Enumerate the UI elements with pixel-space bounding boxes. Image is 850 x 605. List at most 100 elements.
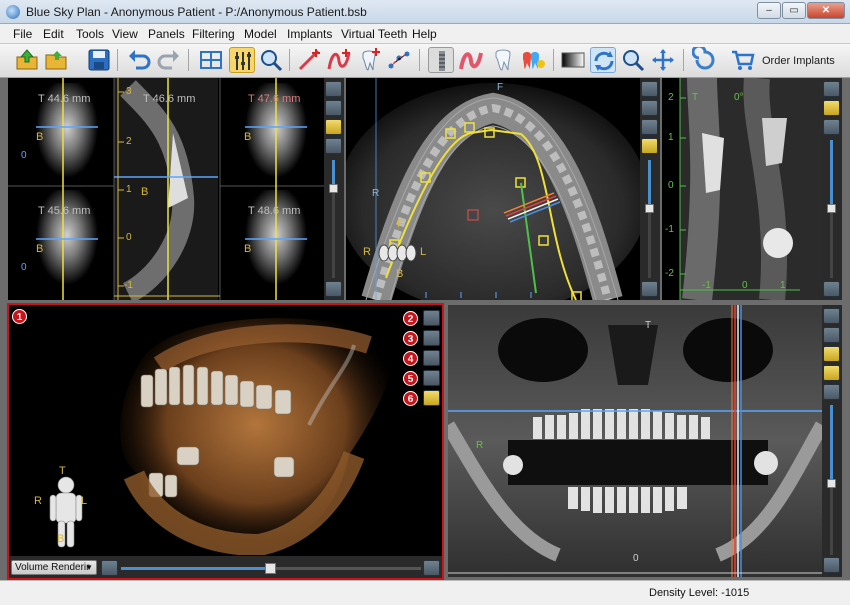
cross-section-panel[interactable]: T 44.6 mm T 46.6 mm T 47.6 mm T 45.6 mm … xyxy=(8,78,324,300)
figure-orientation-t: T xyxy=(59,465,66,477)
sagittal-ruler-2: 2 xyxy=(668,92,674,103)
cross-section-slider-knob[interactable] xyxy=(329,184,338,193)
axial-layout-button[interactable] xyxy=(641,100,658,116)
axial-label-f: F xyxy=(397,218,404,230)
menu-edit[interactable]: Edit xyxy=(43,27,64,41)
app-logo-icon xyxy=(6,5,20,19)
panoramic-option-button[interactable] xyxy=(823,384,840,400)
render-mode-value: Volume Renderir xyxy=(15,562,90,573)
marker-b-5: B xyxy=(244,243,252,255)
panoramic-label-r: R xyxy=(476,440,484,451)
volume-slider-right-button[interactable] xyxy=(423,560,440,576)
cross-section-reset-button[interactable] xyxy=(325,281,342,297)
swirl-icon[interactable] xyxy=(691,44,718,73)
menu-file[interactable]: File xyxy=(13,27,32,41)
measure-icon[interactable] xyxy=(386,47,412,73)
panoramic-layout-button[interactable] xyxy=(823,327,840,343)
slice-label-4: T 45.6 mm xyxy=(38,205,91,217)
window-title: Blue Sky Plan - Anonymous Patient - P:/A… xyxy=(26,5,367,19)
zoom-in-icon[interactable] xyxy=(620,47,646,73)
open-icon[interactable] xyxy=(14,47,40,73)
draw-curve-icon[interactable] xyxy=(326,47,352,73)
cross-section-view-button[interactable] xyxy=(325,81,342,97)
panoramic-view-button[interactable] xyxy=(823,308,840,324)
cross-section-option-button[interactable] xyxy=(325,138,342,154)
sagittal-reset-button[interactable] xyxy=(823,281,840,297)
order-implants-button[interactable]: Order Implants xyxy=(762,55,835,67)
cart-icon[interactable] xyxy=(730,47,756,73)
sagittal-option-button[interactable] xyxy=(823,119,840,135)
axial-view-button[interactable] xyxy=(641,81,658,97)
cross-section-layout-button[interactable] xyxy=(325,100,342,116)
volume-slider-left-button[interactable] xyxy=(101,560,118,576)
main-toolbar: Order Implants xyxy=(0,44,850,78)
pan-icon[interactable] xyxy=(650,47,676,73)
panoramic-reset-button[interactable] xyxy=(823,557,840,573)
axial-highlight-button[interactable] xyxy=(641,138,658,154)
title-bar: Blue Sky Plan - Anonymous Patient - P:/A… xyxy=(0,0,850,24)
sagittal-ruler-0: 0 xyxy=(668,180,674,191)
skull-icon[interactable] xyxy=(423,350,440,366)
panoramic-highlight-button[interactable] xyxy=(823,365,840,381)
open-folder-icon[interactable] xyxy=(44,47,70,73)
menu-tools[interactable]: Tools xyxy=(76,27,104,41)
sagittal-view[interactable]: T 0° 2 1 0 -1 -2 -1 0 1 xyxy=(662,78,822,300)
menu-panels[interactable]: Panels xyxy=(148,27,185,41)
gradient-icon[interactable] xyxy=(560,47,586,73)
restore-button[interactable]: ▭ xyxy=(782,2,806,19)
volume-slider-knob[interactable] xyxy=(265,563,276,574)
axial-label-b: B xyxy=(396,268,404,280)
axial-view[interactable]: F R R L B F xyxy=(346,78,640,300)
menu-view[interactable]: View xyxy=(112,27,138,41)
cross-section-highlight-button[interactable] xyxy=(325,119,342,135)
density-label: Density Level: -1015 xyxy=(649,587,750,599)
axial-slider-knob[interactable] xyxy=(645,204,654,213)
close-button[interactable]: ✕ xyxy=(807,2,845,19)
ruler-0: 0 xyxy=(126,232,132,243)
menu-virtual-teeth[interactable]: Virtual Teeth xyxy=(341,27,407,41)
annotation-badge-5: 5 xyxy=(403,371,418,386)
figure-orientation-l: L xyxy=(81,495,88,507)
menu-filtering[interactable]: Filtering xyxy=(192,27,235,41)
menu-help[interactable]: Help xyxy=(412,27,437,41)
teeth-color-icon[interactable] xyxy=(520,47,546,73)
redo-icon[interactable] xyxy=(156,47,182,73)
sagittal-view-button[interactable] xyxy=(823,81,840,97)
sagittal-bottom-minus-1: -1 xyxy=(702,280,711,291)
undo-icon[interactable] xyxy=(126,47,152,73)
zoom-icon[interactable] xyxy=(258,47,284,73)
panoramic-nerve-button[interactable] xyxy=(823,346,840,362)
sagittal-bottom-0: 0 xyxy=(742,280,748,291)
sagittal-highlight-button[interactable] xyxy=(823,100,840,116)
panoramic-view[interactable]: T R 0 xyxy=(448,305,822,577)
draw-line-icon[interactable] xyxy=(296,47,322,73)
sagittal-slider-knob[interactable] xyxy=(827,204,836,213)
volume-view-button[interactable] xyxy=(423,310,440,326)
axial-orientation-r: R xyxy=(372,188,380,199)
minimize-button[interactable]: – xyxy=(757,2,781,19)
axial-slider-fill xyxy=(648,160,651,206)
volume-render-view[interactable]: 1 T R L B 2 3 4 5 6 Volume Renderir ▼ xyxy=(7,303,444,580)
axial-reset-button[interactable] xyxy=(641,281,658,297)
implant-icon[interactable] xyxy=(428,47,454,73)
volume-arch-button[interactable] xyxy=(423,370,440,386)
panoramic-slider-knob[interactable] xyxy=(827,479,836,488)
tooth-icon[interactable] xyxy=(490,47,516,73)
sagittal-label-t: T xyxy=(692,92,699,103)
slice-grid-icon[interactable] xyxy=(198,47,224,73)
slice-label-5: T 48.6 mm xyxy=(248,205,301,217)
nerve-icon[interactable] xyxy=(458,47,484,73)
sliders-icon[interactable] xyxy=(229,47,255,73)
save-icon[interactable] xyxy=(86,47,112,73)
menu-model[interactable]: Model xyxy=(244,27,277,41)
menu-implants[interactable]: Implants xyxy=(287,27,332,41)
axial-arch-button[interactable] xyxy=(641,119,658,135)
volume-highlight-button[interactable] xyxy=(423,390,440,406)
volume-clip-button[interactable] xyxy=(423,330,440,346)
add-tooth-icon[interactable] xyxy=(356,47,382,73)
render-mode-select[interactable]: Volume Renderir ▼ xyxy=(11,560,97,575)
annotation-badge-4: 4 xyxy=(403,351,418,366)
rotate-icon[interactable] xyxy=(590,47,616,73)
sagittal-controls xyxy=(822,78,842,300)
slice-label-2: T 46.6 mm xyxy=(143,93,196,105)
